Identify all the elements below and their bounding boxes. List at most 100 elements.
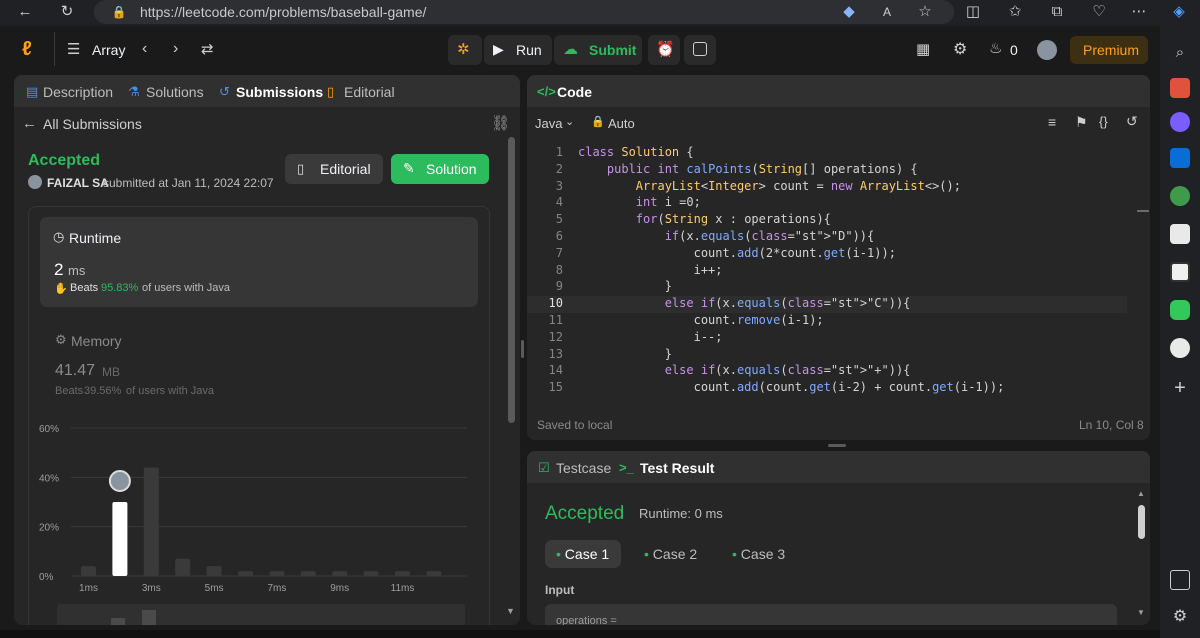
debug-button[interactable]: ✲ [448, 35, 482, 65]
favorites-icon[interactable]: ✩ [1006, 3, 1024, 21]
share-link-icon[interactable]: ⛓ [491, 114, 510, 132]
code-line[interactable]: 12 i--; [527, 330, 1127, 347]
all-submissions-link[interactable]: All Submissions [43, 116, 142, 132]
horizontal-resizer[interactable] [828, 444, 846, 447]
tab-solutions[interactable]: Solutions [146, 84, 204, 100]
reload-icon[interactable]: ↻ [58, 3, 76, 21]
code-line[interactable]: 15 count.add(count.get(i-2) + count.get(… [527, 380, 1127, 397]
tree-icon[interactable] [1170, 186, 1190, 206]
case-tab-1[interactable]: • Case 1 [545, 540, 621, 568]
code-line[interactable]: 1 class Solution { [527, 145, 1127, 162]
language-select[interactable]: Java [535, 116, 562, 131]
submit-button[interactable]: ☁ Submit [554, 35, 642, 65]
chart-bar[interactable] [300, 571, 316, 576]
format-lines-icon[interactable]: ≡ [1048, 114, 1056, 130]
tab-submissions[interactable]: Submissions [236, 84, 323, 100]
chart-bar[interactable] [269, 571, 285, 576]
copilot-sidebar-icon[interactable] [1170, 112, 1190, 132]
code-line[interactable]: 4 int i =0; [527, 195, 1127, 212]
health-icon[interactable]: ♡ [1090, 3, 1108, 21]
prev-problem-icon[interactable]: ‹ [142, 40, 147, 58]
left-scrollbar-thumb[interactable] [508, 137, 515, 423]
chart-bar[interactable] [363, 571, 379, 576]
author-name[interactable]: FAIZAL SA [47, 176, 109, 190]
code-line[interactable]: 6 if(x.equals(class="st">"D")){ [527, 229, 1127, 246]
address-bar[interactable]: 🔒 https://leetcode.com/problems/baseball… [94, 0, 954, 24]
code-line[interactable]: 10 else if(x.equals(class="st">"C")){ [527, 296, 1127, 314]
case-tab-2[interactable]: • Case 2 [633, 540, 709, 568]
code-line[interactable]: 8 i++; [527, 263, 1127, 280]
favorite-star-icon[interactable]: ☆ [916, 3, 934, 21]
auto-mode-label[interactable]: Auto [608, 116, 635, 131]
streak-flame-icon[interactable]: ♨ [989, 39, 1002, 57]
chart-bar[interactable] [143, 467, 159, 576]
chart-bar[interactable] [426, 571, 442, 576]
chart-bar[interactable] [81, 566, 96, 576]
outlook-icon[interactable] [1170, 148, 1190, 168]
problem-list-title[interactable]: Array [92, 42, 125, 58]
chevron-down-icon[interactable]: ⌄ [565, 115, 574, 128]
tab-testcase[interactable]: Testcase [556, 460, 611, 476]
tab-editorial[interactable]: Editorial [344, 84, 395, 100]
braces-icon[interactable]: {} [1099, 114, 1108, 129]
code-editor[interactable]: 1 class Solution {2 public int calPoints(… [527, 145, 1137, 402]
chart-bar[interactable] [112, 502, 128, 576]
shopping-icon[interactable] [1170, 78, 1190, 98]
chart-bar[interactable] [206, 566, 222, 576]
scroll-up-icon[interactable]: ▲ [1137, 489, 1145, 498]
premium-button[interactable]: Premium [1070, 36, 1148, 64]
chart-bar[interactable] [332, 571, 348, 576]
code-scrollbar-marker[interactable] [1137, 210, 1149, 212]
settings-icon[interactable]: ⚙ [1170, 606, 1190, 626]
split-screen-icon[interactable]: ◫ [964, 3, 982, 21]
leetcode-logo-icon[interactable]: ℓ [22, 38, 42, 60]
code-line[interactable]: 11 count.remove(i-1); [527, 313, 1127, 330]
app-icon[interactable] [1170, 300, 1190, 320]
avatar[interactable] [1037, 40, 1057, 60]
timer-button[interactable]: ⏰ [648, 35, 680, 65]
chart-bar[interactable] [175, 558, 191, 576]
runtime-card[interactable]: ◷ Runtime 2 ms ✋ Beats 95.83% of users w… [40, 217, 478, 307]
reset-code-icon[interactable]: ↺ [1126, 113, 1138, 130]
solution-button[interactable]: ✎ Solution [391, 154, 489, 184]
add-icon[interactable]: + [1170, 378, 1190, 398]
tab-test-result[interactable]: Test Result [640, 460, 714, 476]
medium-icon[interactable] [1170, 224, 1190, 244]
tag-icon[interactable]: ◆ [840, 3, 858, 21]
sidebar-toggle-icon[interactable] [1170, 570, 1190, 590]
scroll-down-icon[interactable]: ▼ [506, 606, 515, 616]
code-line[interactable]: 9 } [527, 279, 1127, 296]
case-tab-3[interactable]: • Case 3 [721, 540, 797, 568]
runtime-distribution-chart[interactable]: 60% 40% 20% 0% 1ms 3ms 5ms 7ms 9ms 11ms [29, 412, 489, 625]
notes-button[interactable] [684, 35, 716, 65]
code-line[interactable]: 13 } [527, 347, 1127, 364]
github-icon[interactable] [1170, 338, 1190, 358]
next-problem-icon[interactable]: › [173, 40, 178, 58]
back-arrow-icon[interactable]: ← [22, 115, 37, 132]
scroll-down-icon[interactable]: ▼ [1137, 608, 1145, 617]
notion-icon[interactable] [1170, 262, 1190, 282]
editorial-button[interactable]: ▯ Editorial [285, 154, 383, 184]
list-icon[interactable]: ☰ [67, 40, 80, 58]
code-line[interactable]: 14 else if(x.equals(class="st">"+")){ [527, 363, 1127, 380]
code-line[interactable]: 3 ArrayList<Integer> count = new ArrayLi… [527, 179, 1127, 196]
copilot-icon[interactable]: ◈ [1170, 3, 1188, 21]
vertical-resizer[interactable] [521, 340, 524, 358]
more-menu-icon[interactable]: ⋯ [1130, 3, 1148, 21]
settings-gear-icon[interactable]: ⚙ [953, 39, 967, 59]
code-line[interactable]: 5 for(String x : operations){ [527, 212, 1127, 229]
code-line[interactable]: 7 count.add(2*count.get(i-1)); [527, 246, 1127, 263]
code-line[interactable]: 2 public int calPoints(String[] operatio… [527, 162, 1127, 179]
result-scrollbar-thumb[interactable] [1138, 505, 1145, 539]
bookmark-icon[interactable]: ⚑ [1075, 114, 1088, 131]
chart-bar[interactable] [238, 571, 253, 576]
tab-description[interactable]: Description [43, 84, 113, 100]
shuffle-icon[interactable]: ⇄ [201, 40, 214, 58]
read-aloud-icon[interactable]: A [878, 3, 896, 21]
back-arrow-icon[interactable]: ← [16, 3, 34, 21]
run-button[interactable]: ▶ Run [484, 35, 552, 65]
collections-icon[interactable]: ⧉ [1048, 3, 1066, 21]
chart-bar[interactable] [395, 571, 410, 576]
layout-icon[interactable]: ▦ [916, 40, 930, 58]
search-icon[interactable]: ⌕ [1170, 44, 1190, 64]
